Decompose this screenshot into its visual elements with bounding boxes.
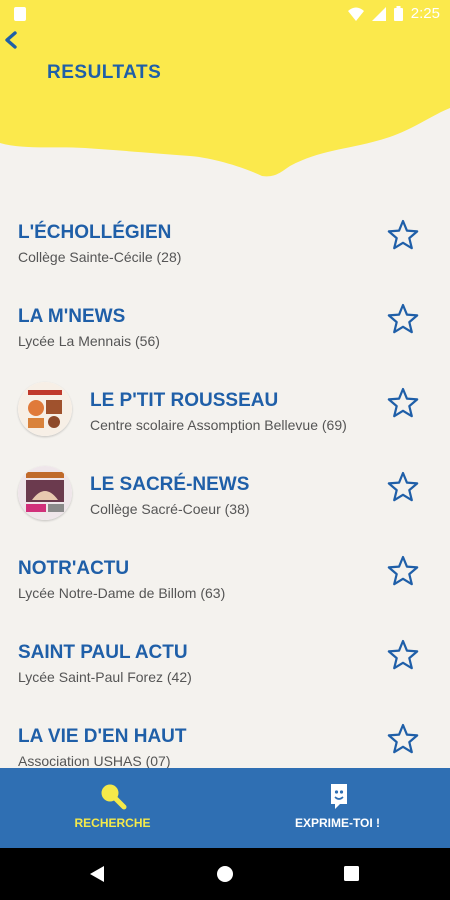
result-school: Collège Sainte-Cécile (28) bbox=[18, 249, 182, 265]
result-item[interactable]: L'ÉCHOLLÉGIEN Collège Sainte-Cécile (28) bbox=[0, 200, 450, 284]
back-arrow-icon[interactable] bbox=[0, 28, 22, 52]
result-item[interactable]: LE SACRÉ-NEWS Collège Sacré-Coeur (38) bbox=[0, 452, 450, 536]
result-name: SAINT PAUL ACTU bbox=[18, 642, 188, 663]
sd-card-icon bbox=[14, 7, 26, 21]
recents-square-icon[interactable] bbox=[343, 865, 360, 882]
system-navigation-bar bbox=[0, 848, 450, 900]
result-school: Association USHAS (07) bbox=[18, 753, 171, 768]
result-name: LE P'TIT ROUSSEAU bbox=[90, 390, 279, 411]
result-item[interactable]: LA M'NEWS Lycée La Mennais (56) bbox=[0, 284, 450, 368]
header: RESULTATS bbox=[0, 28, 450, 188]
tab-exprime-toi[interactable]: EXPRIME-TOI ! bbox=[225, 768, 450, 848]
back-triangle-icon[interactable] bbox=[88, 865, 106, 883]
result-school: Lycée Notre-Dame de Billom (63) bbox=[18, 585, 226, 601]
result-school: Collège Sacré-Coeur (38) bbox=[90, 501, 250, 517]
search-icon bbox=[101, 784, 127, 810]
result-item[interactable]: SAINT PAUL ACTU Lycée Saint-Paul Forez (… bbox=[0, 620, 450, 704]
result-name: NOTR'ACTU bbox=[18, 558, 130, 579]
tab-recherche[interactable]: RECHERCHE bbox=[0, 768, 225, 848]
favorite-star-icon[interactable] bbox=[386, 722, 420, 756]
tab-exprime-toi-label: EXPRIME-TOI ! bbox=[294, 816, 381, 830]
result-item[interactable]: LE P'TIT ROUSSEAU Centre scolaire Assomp… bbox=[0, 368, 450, 452]
favorite-star-icon[interactable] bbox=[386, 554, 420, 588]
status-time: 2:25 bbox=[410, 5, 440, 22]
results-list: L'ÉCHOLLÉGIEN Collège Sainte-Cécile (28)… bbox=[0, 200, 450, 768]
home-circle-icon[interactable] bbox=[216, 865, 234, 883]
newspaper-thumbnail bbox=[18, 466, 72, 520]
result-name: LE SACRÉ-NEWS bbox=[90, 474, 250, 495]
result-school: Centre scolaire Assomption Bellevue (69) bbox=[90, 417, 347, 433]
header-wave bbox=[0, 28, 450, 177]
signal-icon bbox=[371, 6, 386, 21]
favorite-star-icon[interactable] bbox=[386, 218, 420, 252]
favorite-star-icon[interactable] bbox=[386, 386, 420, 420]
wifi-icon bbox=[347, 7, 364, 21]
tab-recherche-label: RECHERCHE bbox=[74, 816, 151, 830]
bottom-navigation: RECHERCHE EXPRIME-TOI ! bbox=[0, 768, 450, 848]
result-name: LA M'NEWS bbox=[18, 306, 126, 327]
speech-bubble-icon bbox=[331, 784, 347, 809]
favorite-star-icon[interactable] bbox=[386, 302, 420, 336]
battery-icon bbox=[393, 6, 403, 21]
result-name: LA VIE D'EN HAUT bbox=[18, 726, 187, 747]
newspaper-thumbnail bbox=[18, 382, 72, 436]
favorite-star-icon[interactable] bbox=[386, 638, 420, 672]
page-title: RESULTATS bbox=[47, 62, 162, 83]
result-name: L'ÉCHOLLÉGIEN bbox=[18, 222, 172, 243]
result-school: Lycée La Mennais (56) bbox=[18, 333, 160, 349]
result-school: Lycée Saint-Paul Forez (42) bbox=[18, 669, 192, 685]
result-item[interactable]: LA VIE D'EN HAUT Association USHAS (07) bbox=[0, 704, 450, 768]
status-bar: 2:25 bbox=[0, 0, 450, 28]
favorite-star-icon[interactable] bbox=[386, 470, 420, 504]
result-item[interactable]: NOTR'ACTU Lycée Notre-Dame de Billom (63… bbox=[0, 536, 450, 620]
